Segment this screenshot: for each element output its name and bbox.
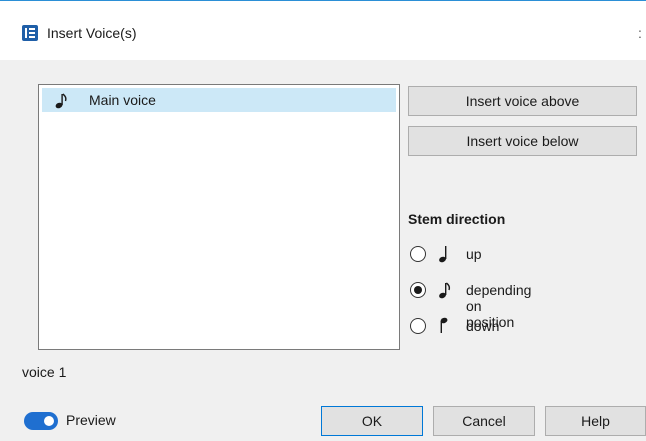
eighth-note-stem-auto-icon bbox=[54, 92, 70, 113]
title-edge-glyph: : bbox=[638, 25, 642, 41]
list-item[interactable]: Main voice bbox=[42, 88, 396, 112]
app-icon bbox=[22, 25, 38, 41]
voice-name-label: voice 1 bbox=[22, 364, 67, 380]
help-button[interactable]: Help bbox=[545, 406, 646, 436]
stem-up-radio[interactable] bbox=[410, 246, 426, 262]
voice-item-label: Main voice bbox=[89, 92, 156, 108]
quarter-note-stem-up-icon bbox=[438, 244, 452, 267]
stem-down-radio[interactable] bbox=[410, 318, 426, 334]
cancel-button[interactable]: Cancel bbox=[433, 406, 535, 436]
eighth-note-stem-auto-icon bbox=[438, 280, 452, 303]
insert-voice-below-button[interactable]: Insert voice below bbox=[408, 126, 637, 156]
preview-label: Preview bbox=[66, 412, 116, 428]
stem-direction-heading: Stem direction bbox=[408, 211, 506, 227]
note-stem-down-icon bbox=[438, 316, 452, 339]
stem-auto-radio[interactable] bbox=[410, 282, 426, 298]
preview-toggle[interactable] bbox=[24, 412, 58, 430]
title-bar: Insert Voice(s) : bbox=[0, 0, 646, 61]
insert-voice-above-button[interactable]: Insert voice above bbox=[408, 86, 637, 116]
voice-list[interactable]: Main voice bbox=[38, 84, 400, 350]
stem-down-label: down bbox=[466, 318, 500, 334]
ok-button[interactable]: OK bbox=[321, 406, 423, 436]
stem-up-label: up bbox=[466, 246, 482, 262]
window-title: Insert Voice(s) bbox=[47, 25, 137, 41]
